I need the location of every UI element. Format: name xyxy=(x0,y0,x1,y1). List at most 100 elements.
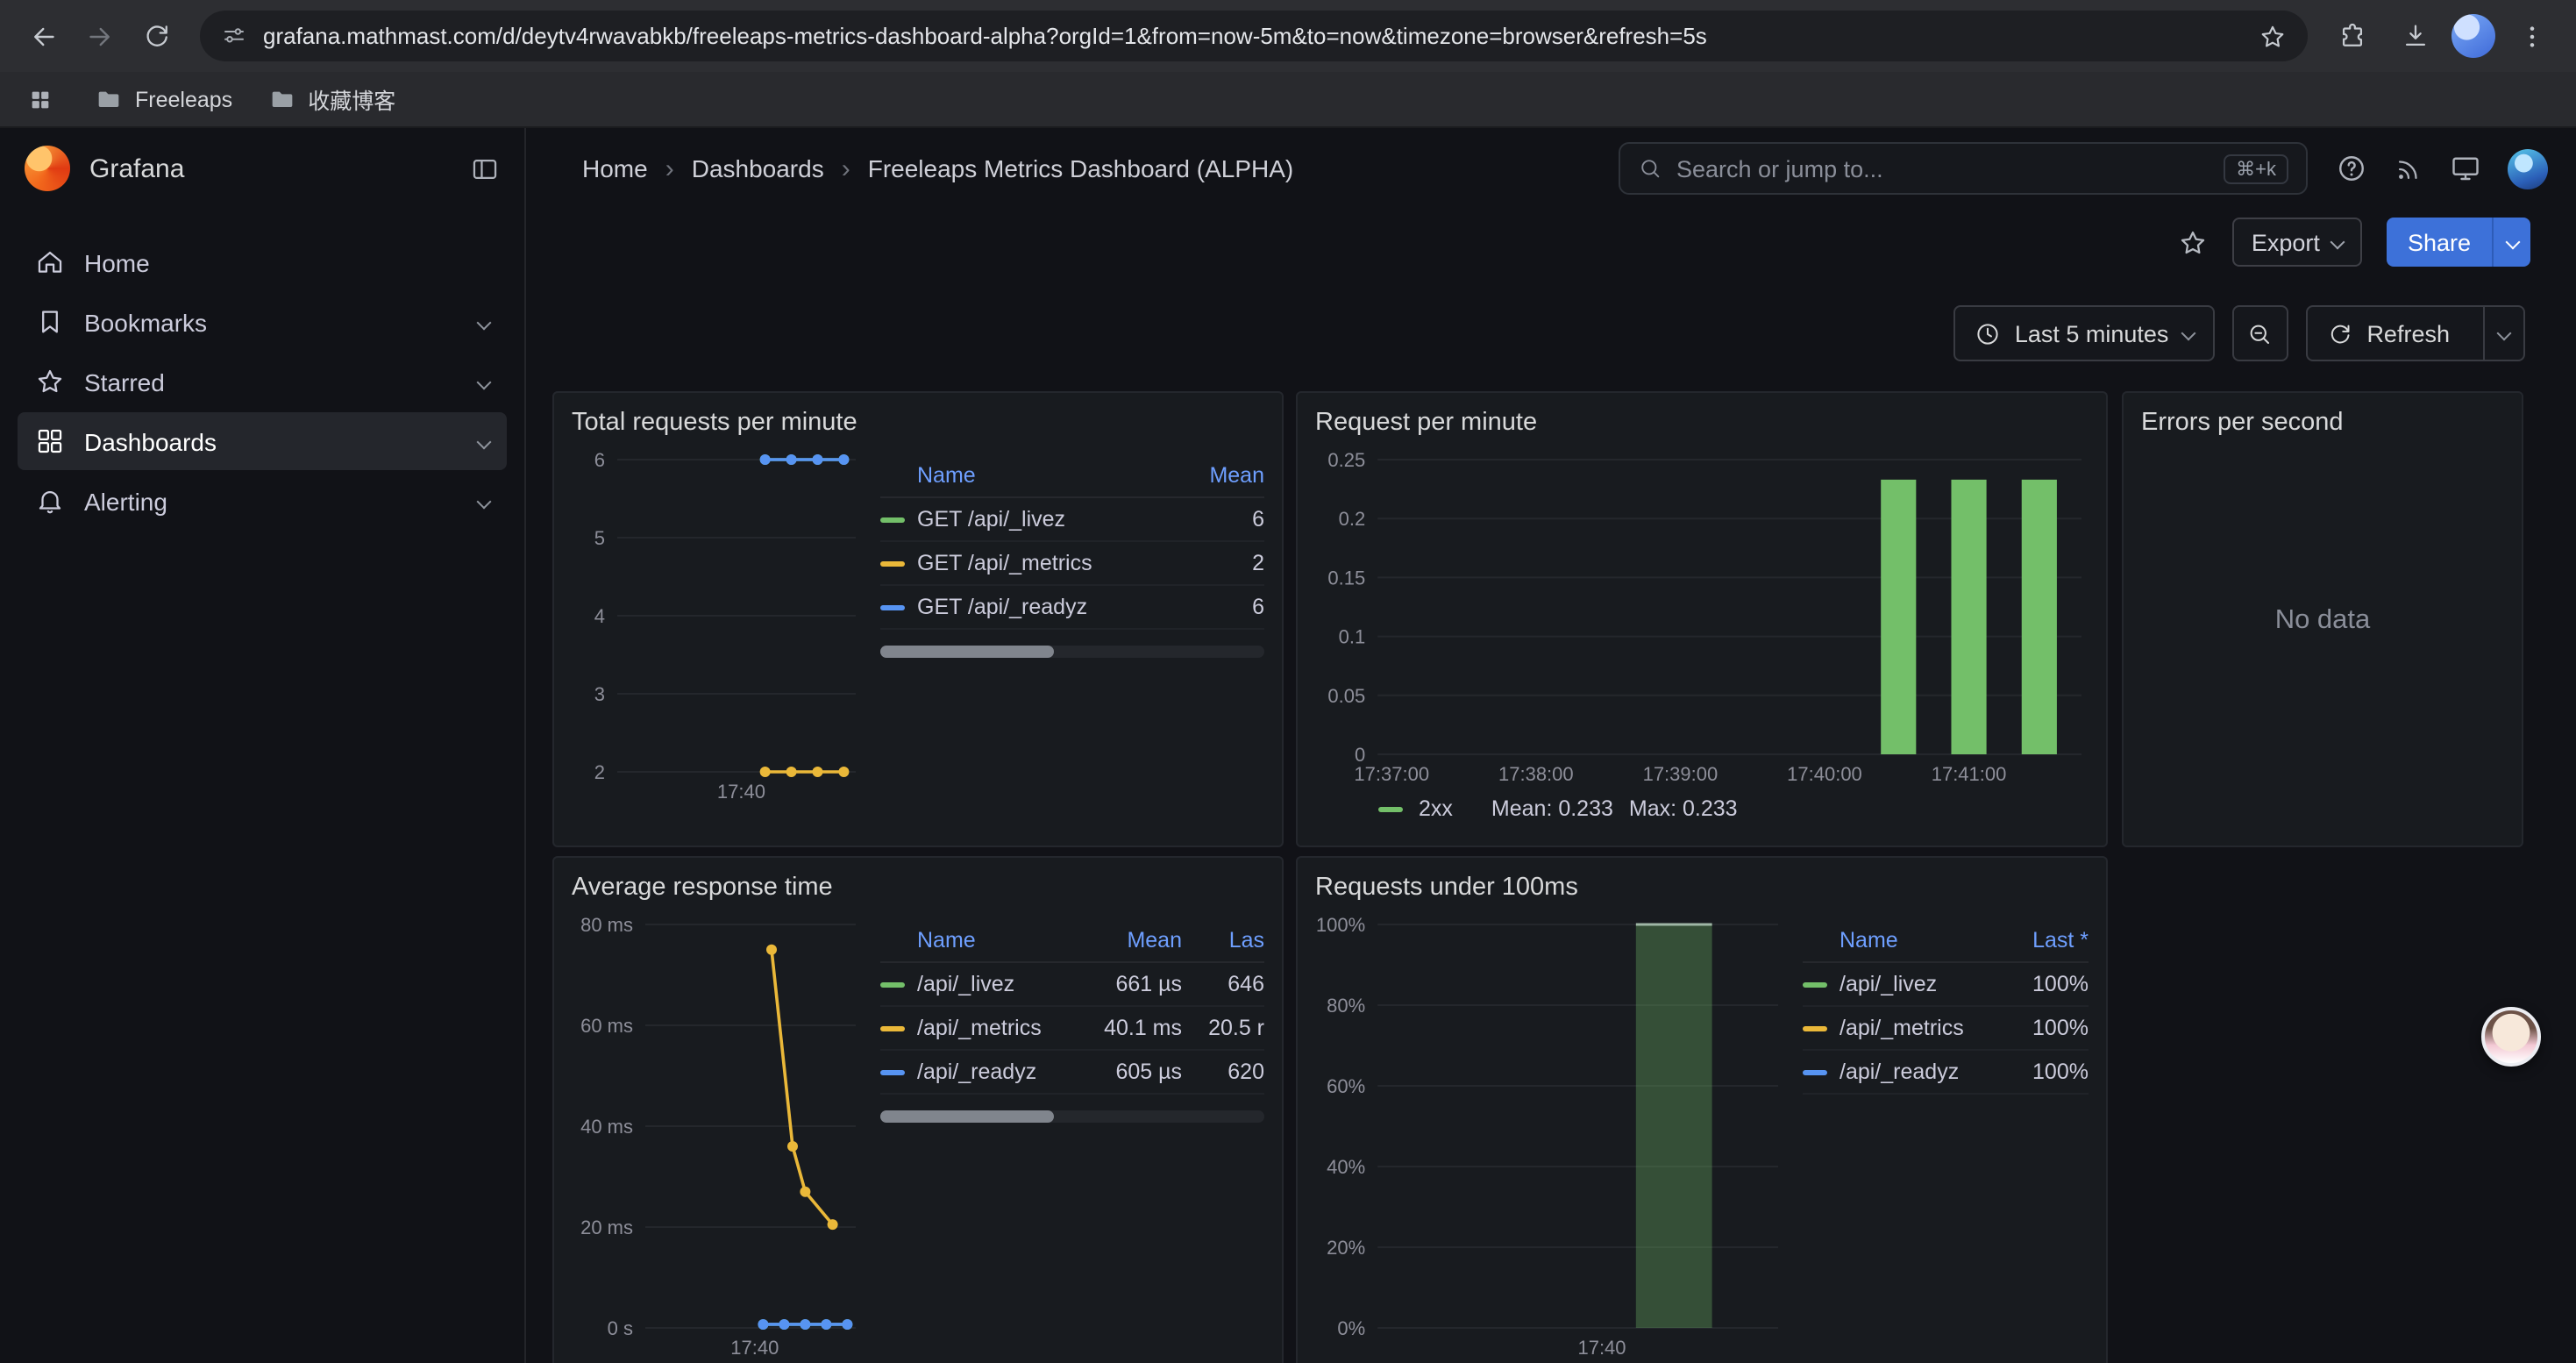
legend-column-header[interactable]: Las xyxy=(1194,928,1264,953)
panel-title[interactable]: Errors per second xyxy=(2141,403,2504,446)
breadcrumb-home[interactable]: Home xyxy=(582,154,648,182)
svg-text:20%: 20% xyxy=(1327,1237,1365,1259)
legend-scrollbar[interactable] xyxy=(880,1110,1264,1123)
sidebar-item-starred[interactable]: Starred xyxy=(18,353,507,410)
help-icon[interactable] xyxy=(2336,153,2367,184)
forward-button[interactable] xyxy=(74,10,126,62)
panel-title[interactable]: Total requests per minute xyxy=(572,403,1264,446)
series-name: /api/_livez xyxy=(917,972,1075,996)
chevron-down-icon xyxy=(477,375,492,389)
series-name: GET /api/_livez xyxy=(917,507,1157,532)
panel-title[interactable]: Request per minute xyxy=(1315,403,2089,446)
panel-requests-under-100ms: Requests under 100ms 100%80%60%40%20%0%1… xyxy=(1296,856,2108,1363)
legend-table[interactable]: Name Mean Las/api/_livez661 µs646/api/_met… xyxy=(880,910,1264,1363)
dashboards-icon xyxy=(35,426,65,456)
bookmark-icon xyxy=(35,307,65,337)
bookmark-item-freeleaps[interactable]: Freeleaps xyxy=(95,85,232,113)
legend-scrollbar[interactable] xyxy=(880,646,1264,658)
sidebar-item-bookmarks[interactable]: Bookmarks xyxy=(18,293,507,351)
legend-row[interactable]: /api/_metrics100% xyxy=(1803,1007,2089,1051)
bookmarks-bar: Freeleaps 收藏博客 xyxy=(0,72,2576,128)
legend-column-header[interactable]: Name xyxy=(1839,928,1982,953)
legend-row[interactable]: /api/_livez100% xyxy=(1803,963,2089,1007)
legend-column-header[interactable]: Name xyxy=(917,463,1157,488)
floating-assistant-avatar[interactable] xyxy=(2481,1007,2541,1067)
bookmark-label: 收藏博客 xyxy=(308,82,395,116)
legend-table[interactable]: NameMeanGET /api/_livez6GET /api/_metric… xyxy=(880,446,1264,807)
toolbar-actions xyxy=(2325,10,2558,62)
legend-row[interactable]: GET /api/_livez6 xyxy=(880,498,1264,542)
back-arrow-icon xyxy=(28,20,60,52)
svg-text:5: 5 xyxy=(594,527,605,549)
dock-sidebar-icon[interactable] xyxy=(470,153,500,183)
legend-row[interactable]: /api/_readyz605 µs620 xyxy=(880,1051,1264,1095)
svg-text:0%: 0% xyxy=(1337,1317,1365,1339)
series-color-dash xyxy=(880,517,905,522)
back-button[interactable] xyxy=(18,10,70,62)
time-range-picker[interactable]: Last 5 minutes xyxy=(1953,305,2215,361)
zoom-out-button[interactable] xyxy=(2231,305,2288,361)
news-rss-icon[interactable] xyxy=(2394,153,2423,183)
legend-row[interactable]: GET /api/_metrics2 xyxy=(880,542,1264,586)
series-name: /api/_metrics xyxy=(917,1016,1075,1040)
folder-icon xyxy=(267,85,295,113)
share-menu-button[interactable] xyxy=(2492,218,2530,267)
star-outline-icon xyxy=(2178,227,2208,257)
reload-button[interactable] xyxy=(130,10,182,62)
panel-request-per-minute: Request per minute 0.250.20.150.10.05017… xyxy=(1296,391,2108,847)
sidebar-item-home[interactable]: Home xyxy=(18,233,507,291)
series-name: /api/_readyz xyxy=(917,1060,1075,1084)
svg-text:0.15: 0.15 xyxy=(1327,567,1365,589)
refresh-interval-button[interactable] xyxy=(2483,307,2523,360)
site-settings-icon xyxy=(221,23,247,49)
breadcrumb-dashboards[interactable]: Dashboards xyxy=(692,154,824,182)
browser-profile-avatar[interactable] xyxy=(2451,14,2495,58)
refresh-button[interactable]: Refresh xyxy=(2307,307,2469,360)
legend-column-header[interactable]: Mean xyxy=(1170,463,1264,488)
sidebar-item-dashboards[interactable]: Dashboards xyxy=(18,412,507,470)
series-color-dash xyxy=(1803,1025,1827,1031)
address-bar[interactable]: grafana.mathmast.com/d/deytv4rwavabkb/fr… xyxy=(200,11,2308,61)
series-name: GET /api/_readyz xyxy=(917,595,1157,619)
browser-menu-button[interactable] xyxy=(2506,10,2558,62)
panel-title[interactable]: Average response time xyxy=(572,868,1264,910)
share-button[interactable]: Share xyxy=(2387,218,2492,267)
brand-name: Grafana xyxy=(89,153,184,183)
chevron-down-icon xyxy=(2181,326,2195,341)
sidebar-item-alerting[interactable]: Alerting xyxy=(18,472,507,530)
series-color-dash xyxy=(880,604,905,610)
panel-total-requests-per-minute: Total requests per minute 6543217:40 Nam… xyxy=(552,391,1284,847)
forward-arrow-icon xyxy=(84,20,116,52)
grafana-logo[interactable] xyxy=(25,146,70,191)
series-name: /api/_readyz xyxy=(1839,1060,1982,1084)
extensions-button[interactable] xyxy=(2325,10,2378,62)
downloads-button[interactable] xyxy=(2388,10,2441,62)
svg-text:60%: 60% xyxy=(1327,1075,1365,1097)
legend-table[interactable]: Name Last * /api/_livez100%/api/_metrics10… xyxy=(1803,910,2089,1363)
legend-column-header[interactable]: Mean xyxy=(1087,928,1182,953)
series-color-dash xyxy=(880,1069,905,1074)
bookmark-item-blogs[interactable]: 收藏博客 xyxy=(267,82,395,116)
legend-row[interactable]: /api/_livez661 µs646 xyxy=(880,963,1264,1007)
user-avatar[interactable] xyxy=(2508,148,2548,189)
series-name: GET /api/_metrics xyxy=(917,551,1157,575)
svg-text:6: 6 xyxy=(594,449,605,471)
display-kiosk-icon[interactable] xyxy=(2450,153,2481,184)
legend-row[interactable]: /api/_readyz 100% xyxy=(1803,1051,2089,1095)
sidebar-item-label: Home xyxy=(84,248,150,276)
legend-row[interactable]: /api/_metrics40.1 ms20.5 r xyxy=(880,1007,1264,1051)
panel-title[interactable]: Requests under 100ms xyxy=(1315,868,2089,910)
legend-scrollbar-thumb[interactable] xyxy=(880,646,1053,658)
sidebar-item-label: Bookmarks xyxy=(84,308,207,336)
legend-row[interactable]: GET /api/_readyz6 xyxy=(880,586,1264,630)
favorite-star-button[interactable] xyxy=(2178,227,2208,257)
search-input[interactable]: Search or jump to... ⌘+k xyxy=(1619,142,2308,195)
export-button[interactable]: Export xyxy=(2232,218,2362,267)
legend-inline[interactable]: 2xx Mean: 0.233 Max: 0.233 xyxy=(1315,796,2089,821)
series-value: 100% xyxy=(1994,1060,2089,1084)
bookmark-star-icon[interactable] xyxy=(2259,22,2287,50)
legend-column-header[interactable]: Name xyxy=(917,928,1075,953)
apps-shortcut-button[interactable] xyxy=(21,80,60,118)
legend-column-header[interactable]: Last * xyxy=(1994,928,2089,953)
legend-scrollbar-thumb[interactable] xyxy=(880,1110,1053,1123)
